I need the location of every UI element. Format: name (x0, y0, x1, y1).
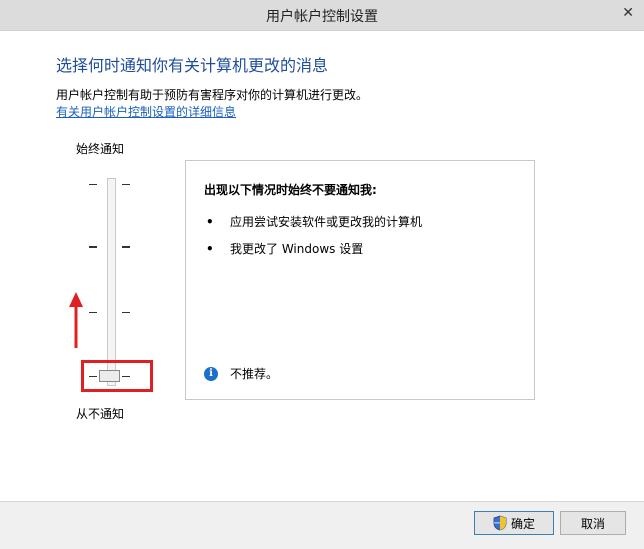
slider-tick (89, 246, 97, 248)
list-item: • 应用尝试安装软件或更改我的计算机 (206, 213, 422, 230)
notification-slider-track[interactable] (107, 178, 116, 386)
list-item-text: 我更改了 Windows 设置 (230, 242, 364, 256)
list-item-text: 应用尝试安装软件或更改我的计算机 (230, 215, 423, 229)
panel-heading: 出现以下情况时始终不要通知我: (204, 183, 377, 197)
slider-bottom-label: 从不通知 (76, 407, 125, 421)
page-heading: 选择何时通知你有关计算机更改的消息 (56, 56, 329, 75)
slider-tick (122, 184, 130, 185)
info-icon: i (204, 366, 218, 381)
cancel-button[interactable]: 取消 (560, 511, 626, 535)
description-panel: 出现以下情况时始终不要通知我: • 应用尝试安装软件或更改我的计算机 • 我更改了 … (185, 160, 535, 400)
up-arrow-annotation-icon (69, 292, 83, 348)
close-icon[interactable]: ✕ (622, 5, 634, 21)
slider-tick (122, 312, 130, 313)
slider-tick (122, 246, 130, 248)
cancel-button-label: 取消 (580, 516, 605, 531)
slider-tick (89, 312, 97, 313)
slider-top-label: 始终通知 (76, 142, 125, 156)
bullet-icon: • (206, 215, 214, 229)
description-text: 用户帐户控制有助于预防有害程序对你的计算机进行更改。 (56, 88, 369, 102)
title-bar: 用户帐户控制设置 ✕ (0, 0, 644, 31)
recommendation-note: i 不推荐。 (204, 365, 278, 382)
ok-button[interactable]: 确定 (474, 511, 554, 535)
note-text: 不推荐。 (230, 367, 279, 381)
window-title: 用户帐户控制设置 (266, 9, 378, 25)
details-link[interactable]: 有关用户帐户控制设置的详细信息 (56, 103, 236, 120)
list-item: • 我更改了 Windows 设置 (206, 240, 363, 257)
ok-button-label: 确定 (510, 516, 535, 531)
annotation-highlight-box (81, 360, 153, 392)
uac-shield-icon (493, 515, 507, 531)
bullet-icon: • (206, 242, 214, 256)
slider-tick (89, 184, 97, 185)
